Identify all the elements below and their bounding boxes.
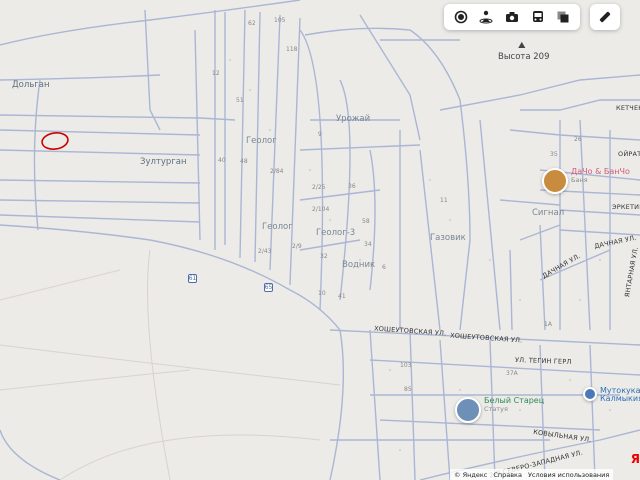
street-label-ketchen: КЕТЧЕН [616,104,640,112]
poi-dacho-bancho[interactable]: ДаЧо & БанЧо Баня [542,168,630,194]
house-number: 35 [550,151,558,158]
panorama-icon[interactable] [476,7,496,27]
help-link[interactable]: Справка [493,471,522,479]
terms-link[interactable]: Условия использования [528,471,609,479]
house-number: 48 [240,158,248,165]
place-label-geolog3: Геолог-3 [316,228,356,238]
house-number: 10 [318,290,326,297]
house-number: 85 [404,386,412,393]
house-number: 1А [544,321,552,328]
house-number: 118 [286,46,298,53]
house-number: 62 [248,20,256,27]
copyright-link[interactable]: © Яндекс [454,471,487,479]
house-number: 58 [362,218,370,225]
house-number: 36 [348,183,356,190]
house-number: 51 [236,97,244,104]
house-number: 2/43 [258,248,272,255]
street-label-oirat: ОЙРАТ [618,150,640,158]
poi-mutokukai[interactable]: Мутокукай Калмыкия [583,387,640,403]
house-number: 103 [400,362,412,369]
place-label-signal: Сигнал [532,208,565,218]
map-toolbar [444,4,580,30]
place-label-vysota: Высота 209 [498,52,550,62]
house-number: 40 [218,157,226,164]
street-label-erketin: ЭРКЕТИН [612,203,640,211]
place-label-gazovik: Газовик [430,233,466,243]
poi-title: ДаЧо & БанЧо [571,167,630,176]
layers-icon[interactable] [451,7,471,27]
poi-subtitle: Калмыкия [600,394,640,403]
place-label-dolgan: Дольган [12,80,50,90]
house-number: 34 [364,241,372,248]
map-footer: © Яндекс Справка Условия использования [450,469,614,480]
house-number: 11 [440,197,448,204]
house-number: 2/104 [312,206,330,213]
house-number: 37А [506,370,518,377]
house-number: 2/84 [270,168,284,175]
place-label-geolog-a: Геолог [246,136,277,146]
place-label-geolog-b: Геолог [262,222,293,232]
map-layers-icon[interactable] [553,7,573,27]
house-number: 2/9 [292,243,302,250]
place-label-zultrugan: Зултурган [140,157,187,167]
poi-bely-starets[interactable]: Белый Старец Статуя [455,397,544,423]
mountain-icon: ⛰ [518,41,526,51]
house-number: 12 [212,70,220,77]
statue-icon [455,397,481,423]
poi-subtitle: Баня [571,176,588,184]
transit-icon[interactable] [528,7,548,27]
house-number: 32 [320,253,328,260]
bus-stop-icon[interactable]: 65 [264,283,273,292]
house-number: 6 [382,264,386,271]
camera-icon[interactable] [502,7,522,27]
house-number: 41 [338,293,346,300]
place-label-vodnik: Водник [342,260,376,270]
poi-subtitle: Статуя [484,405,508,413]
poi-title: Белый Старец [484,396,545,405]
house-number: 2/25 [312,184,326,191]
sauna-icon [542,168,568,194]
bus-stop-icon[interactable]: 61 [188,274,197,283]
place-icon [583,387,597,401]
ruler-icon[interactable] [590,4,620,30]
house-number: 26 [574,136,582,143]
house-number: 105 [274,17,286,24]
yandex-logo: Я [630,452,640,466]
house-number: 9 [318,131,322,138]
place-label-urozhai: Урожай [336,114,371,124]
